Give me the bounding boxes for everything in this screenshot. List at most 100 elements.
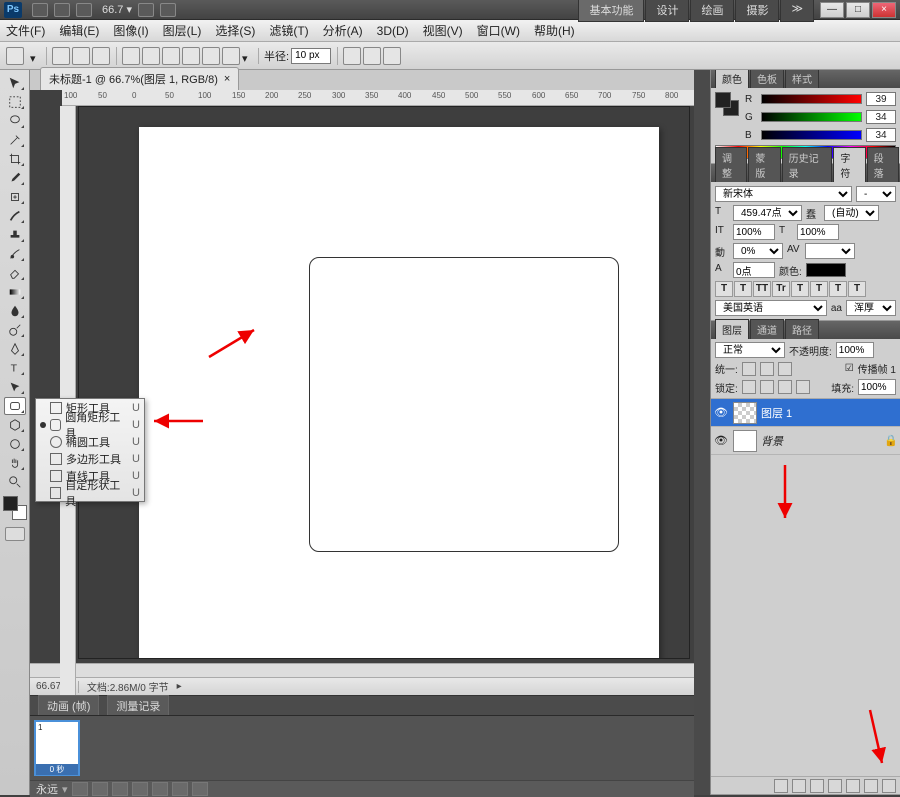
workspace-more[interactable]: ≫ <box>780 0 814 22</box>
next-frame-icon[interactable] <box>132 782 148 796</box>
3d-camera-tool[interactable] <box>4 435 26 453</box>
bold-button[interactable]: T <box>715 281 733 297</box>
menu-view[interactable]: 视图(V) <box>423 22 463 39</box>
lock-all-icon[interactable] <box>796 380 810 394</box>
layer-name[interactable]: 图层 1 <box>761 405 792 421</box>
arrange-z-icon[interactable] <box>383 47 401 65</box>
title-zoom[interactable]: 66.7 ▾ <box>102 3 132 16</box>
lang-select[interactable]: 美国英语 <box>715 300 827 316</box>
smallcaps-button[interactable]: Tr <box>772 281 790 297</box>
menu-layer[interactable]: 图层(L) <box>163 22 202 39</box>
opacity-input[interactable] <box>836 342 874 358</box>
new-group-icon[interactable] <box>846 779 860 793</box>
menu-analysis[interactable]: 分析(A) <box>323 22 363 39</box>
close-button[interactable]: × <box>872 2 896 18</box>
layer-fx-icon[interactable] <box>792 779 806 793</box>
menu-file[interactable]: 文件(F) <box>6 22 45 39</box>
font-style-select[interactable]: - <box>856 186 896 202</box>
menu-image[interactable]: 图像(I) <box>113 22 148 39</box>
lock-pos-icon[interactable] <box>778 380 792 394</box>
stamp-tool[interactable] <box>4 226 26 244</box>
3d-tool[interactable] <box>4 416 26 434</box>
marquee-tool[interactable] <box>4 93 26 111</box>
subscript-button[interactable]: T <box>810 281 828 297</box>
hscale-input[interactable] <box>797 224 839 240</box>
quickmask-icon[interactable] <box>5 527 25 541</box>
layer-name[interactable]: 背景 <box>761 433 783 449</box>
combine-icon[interactable] <box>343 47 361 65</box>
paths-icon[interactable] <box>72 47 90 65</box>
crop-tool[interactable] <box>4 150 26 168</box>
layer-row[interactable]: 👁 图层 1 <box>711 399 900 427</box>
screenmode-icon[interactable] <box>160 3 176 17</box>
heal-tool[interactable] <box>4 188 26 206</box>
eraser-tool[interactable] <box>4 264 26 282</box>
document-tab-close[interactable]: × <box>224 73 230 85</box>
tab-styles[interactable]: 样式 <box>785 70 819 88</box>
workspace-tab-basic[interactable]: 基本功能 <box>578 0 644 22</box>
tab-history[interactable]: 历史记录 <box>782 147 833 182</box>
flyout-custom-shape[interactable]: 自定形状工具U <box>36 484 144 501</box>
italic-button[interactable]: T <box>734 281 752 297</box>
ellipse-icon[interactable] <box>162 47 180 65</box>
minimize-button[interactable]: — <box>820 2 844 18</box>
menu-filter[interactable]: 滤镜(T) <box>269 22 308 39</box>
vscale-input[interactable] <box>733 224 775 240</box>
underline-button[interactable]: T <box>829 281 847 297</box>
line-icon[interactable] <box>202 47 220 65</box>
delete-layer-icon[interactable] <box>882 779 896 793</box>
font-family-select[interactable]: 新宋体 <box>715 186 852 202</box>
custom-shape-icon[interactable] <box>222 47 240 65</box>
baseline-input[interactable] <box>733 262 775 278</box>
workspace-tab-paint[interactable]: 绘画 <box>690 0 734 22</box>
wand-tool[interactable] <box>4 131 26 149</box>
panel-collapse-bar[interactable] <box>694 70 710 795</box>
ruler-horizontal[interactable]: 100 50 0 50 100 150 200 250 300 350 400 … <box>62 90 694 106</box>
tab-channels[interactable]: 通道 <box>750 319 784 339</box>
radius-input[interactable] <box>291 48 331 64</box>
scrollbar-horizontal[interactable] <box>30 663 694 677</box>
r-value[interactable]: 39 <box>866 92 896 106</box>
document-tab[interactable]: 未标题-1 @ 66.7%(图层 1, RGB/8) × <box>40 67 239 90</box>
tab-mask[interactable]: 蒙版 <box>748 147 780 182</box>
flyout-polygon[interactable]: 多边形工具U <box>36 450 144 467</box>
layer-thumbnail[interactable] <box>733 402 757 424</box>
font-size-select[interactable]: 459.47点 <box>733 205 802 221</box>
tween-icon[interactable] <box>152 782 168 796</box>
align-icon[interactable] <box>363 47 381 65</box>
tab-paths[interactable]: 路径 <box>785 319 819 339</box>
visibility-icon[interactable]: 👁 <box>713 406 729 419</box>
workspace-tab-design[interactable]: 设计 <box>645 0 689 22</box>
strike-button[interactable]: T <box>848 281 866 297</box>
color-swatch[interactable] <box>3 496 27 520</box>
allcaps-button[interactable]: TT <box>753 281 771 297</box>
g-slider[interactable] <box>761 112 862 122</box>
layer-thumbnail[interactable] <box>733 430 757 452</box>
blend-mode-select[interactable]: 正常 <box>715 342 785 358</box>
play-icon[interactable] <box>112 782 128 796</box>
layer-row[interactable]: 👁 背景 🔒 <box>711 427 900 455</box>
new-frame-icon[interactable] <box>172 782 188 796</box>
lock-trans-icon[interactable] <box>742 380 756 394</box>
workspace-tab-photo[interactable]: 摄影 <box>735 0 779 22</box>
minibridge-icon[interactable] <box>54 3 70 17</box>
tool-preset-icon[interactable] <box>6 47 24 65</box>
b-value[interactable]: 34 <box>866 128 896 142</box>
b-slider[interactable] <box>761 130 862 140</box>
tab-paragraph[interactable]: 段落 <box>867 147 899 182</box>
g-value[interactable]: 34 <box>866 110 896 124</box>
tracking-select[interactable]: 0% <box>733 243 783 259</box>
leading-select[interactable]: (自动) <box>824 205 879 221</box>
layer-mask-icon[interactable] <box>810 779 824 793</box>
color-swatch-panel[interactable] <box>715 92 739 116</box>
maximize-button[interactable]: □ <box>846 2 870 18</box>
arrange-icon[interactable] <box>138 3 154 17</box>
tab-adjust[interactable]: 调整 <box>715 147 747 182</box>
menu-help[interactable]: 帮助(H) <box>534 22 575 39</box>
text-color-swatch[interactable] <box>806 263 846 277</box>
lasso-tool[interactable] <box>4 112 26 130</box>
rect-icon[interactable] <box>122 47 140 65</box>
bottom-tab-measure[interactable]: 测量记录 <box>107 695 169 717</box>
animation-frame-1[interactable]: 1 0 秒 <box>34 720 80 776</box>
menu-edit[interactable]: 编辑(E) <box>59 22 99 39</box>
